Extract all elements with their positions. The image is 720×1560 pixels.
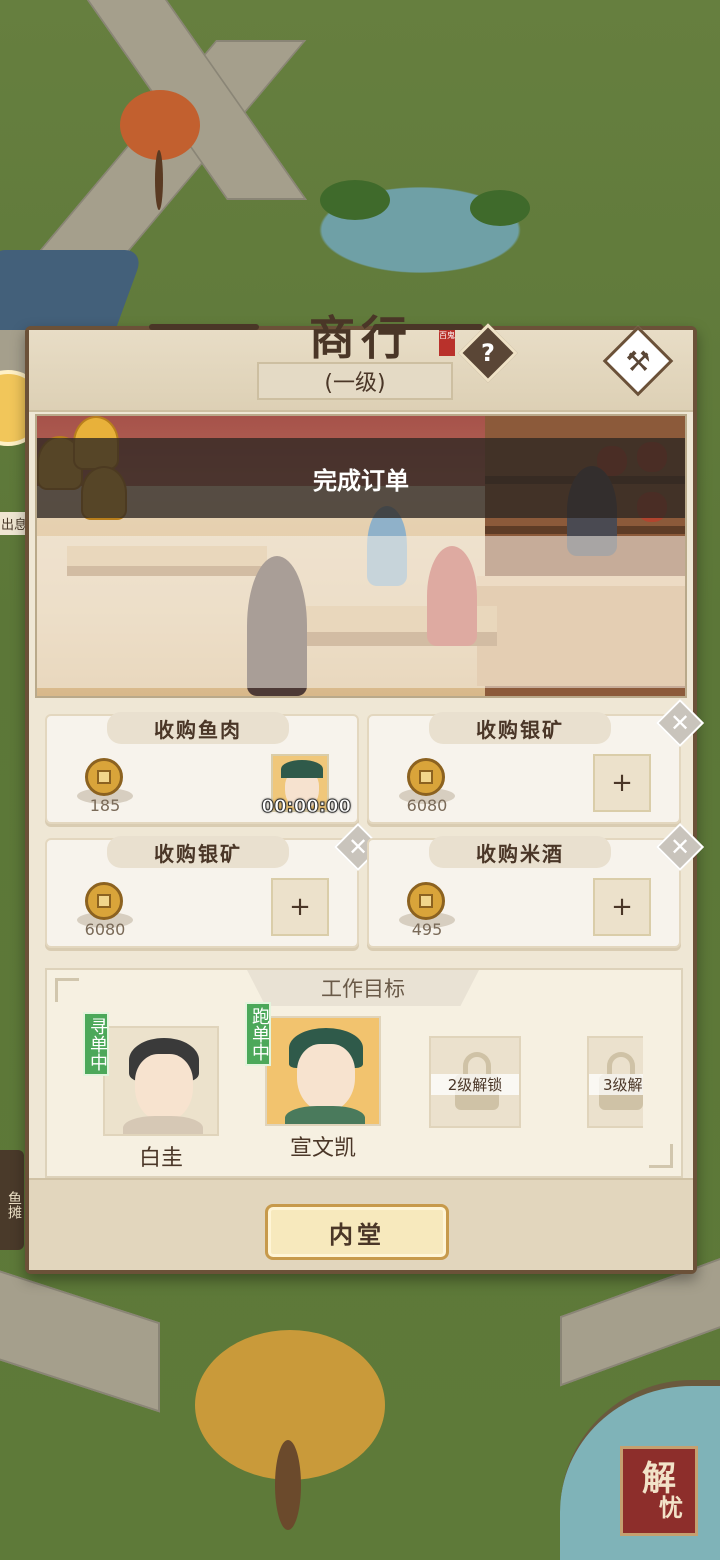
copper-coin-icon bbox=[407, 882, 445, 920]
worker-status-badge: 寻单中 bbox=[83, 1012, 109, 1076]
order-reward: 6080 bbox=[84, 920, 126, 939]
inner-hall-button[interactable]: 内堂 bbox=[265, 1204, 449, 1260]
scene-haze bbox=[37, 536, 685, 688]
copper-coin-icon bbox=[85, 882, 123, 920]
tree-trunk bbox=[275, 1440, 301, 1530]
assign-worker-button[interactable]: + bbox=[271, 878, 329, 936]
order-title: 收购银矿 bbox=[429, 712, 611, 744]
fish-stall-label[interactable]: 鱼摊 bbox=[0, 1150, 24, 1250]
worker-name: 宣文凯 bbox=[289, 1136, 356, 1161]
trading-house-panel: 商行 百鬼 ? (一级) ⚒ 完成订单 收购鱼肉 185 00:00:00 收购… bbox=[25, 311, 705, 1274]
order-card[interactable]: 收购米酒 495 + ✕ bbox=[367, 822, 705, 948]
shop-scene: 完成订单 bbox=[35, 414, 687, 698]
unlock-requirement: 3级解锁 bbox=[589, 1074, 643, 1095]
level-label: (一级) bbox=[257, 362, 453, 400]
worker-status-badge: 跑单中 bbox=[245, 1002, 271, 1066]
panel-title: 商行 bbox=[309, 311, 413, 365]
tree-trunk bbox=[155, 150, 163, 210]
assign-worker-button[interactable]: + bbox=[593, 878, 651, 936]
close-icon: ✕ bbox=[669, 708, 691, 737]
assign-worker-button[interactable]: + bbox=[593, 754, 651, 812]
bush bbox=[320, 180, 390, 220]
panel-header: 商行 百鬼 ? (一级) ⚒ bbox=[29, 311, 693, 412]
complete-order-banner: 完成订单 bbox=[37, 438, 685, 518]
seal-char-top: 解 bbox=[642, 1459, 676, 1499]
worker-name: 白圭 bbox=[138, 1146, 183, 1171]
work-target-section: 工作目标 寻单中 白圭 跑单中 宣文凯 2级解锁 3级解 bbox=[45, 968, 683, 1178]
side-building-label[interactable]: 出息 bbox=[0, 512, 29, 535]
bush bbox=[470, 190, 530, 226]
unlock-requirement: 2级解锁 bbox=[431, 1074, 519, 1095]
cancel-order-button[interactable]: ✕ bbox=[655, 822, 705, 872]
order-card[interactable]: 收购银矿 6080 + ✕ bbox=[367, 698, 705, 824]
order-reward: 495 bbox=[411, 920, 443, 939]
worker-face bbox=[135, 1054, 193, 1122]
worker-portrait[interactable] bbox=[265, 1016, 381, 1126]
worker-slot[interactable]: 跑单中 宣文凯 bbox=[245, 1002, 381, 1162]
order-card[interactable]: 收购鱼肉 185 00:00:00 bbox=[45, 712, 359, 824]
jieyou-seal-button[interactable]: 解 忧 bbox=[620, 1446, 698, 1536]
order-title: 收购银矿 bbox=[107, 836, 289, 868]
close-icon: ✕ bbox=[347, 832, 369, 861]
order-reward: 6080 bbox=[406, 796, 448, 815]
order-timer: 00:00:00 bbox=[261, 796, 352, 818]
worker-face bbox=[297, 1044, 355, 1112]
worker-portrait[interactable] bbox=[103, 1026, 219, 1136]
copper-coin-icon bbox=[407, 758, 445, 796]
title-stamp: 百鬼 bbox=[439, 330, 455, 356]
worker-robe bbox=[285, 1106, 365, 1124]
maple-tree bbox=[120, 90, 200, 160]
copper-coin-icon bbox=[85, 758, 123, 796]
order-reward: 185 bbox=[89, 796, 121, 815]
corner-ornament bbox=[649, 1144, 673, 1168]
question-icon: ? bbox=[481, 339, 495, 367]
close-icon: ✕ bbox=[669, 832, 691, 861]
work-target-title: 工作目标 bbox=[247, 970, 479, 1006]
hammer-icon: ⚒ bbox=[625, 344, 651, 378]
locked-worker-slot[interactable]: 2级解锁 bbox=[429, 1036, 521, 1128]
corner-ornament bbox=[55, 978, 79, 1002]
order-card[interactable]: 收购银矿 6080 + ✕ bbox=[45, 822, 383, 948]
stone-path bbox=[0, 1257, 160, 1413]
locked-worker-slot[interactable]: 3级解锁 bbox=[587, 1036, 643, 1128]
worker-robe bbox=[123, 1116, 203, 1134]
order-title: 收购米酒 bbox=[429, 836, 611, 868]
seal-char-bottom: 忧 bbox=[659, 1493, 683, 1522]
worker-hat bbox=[281, 760, 323, 778]
worker-slot[interactable]: 寻单中 白圭 bbox=[83, 1012, 219, 1172]
cancel-order-button[interactable]: ✕ bbox=[655, 698, 705, 748]
order-title: 收购鱼肉 bbox=[107, 712, 289, 744]
